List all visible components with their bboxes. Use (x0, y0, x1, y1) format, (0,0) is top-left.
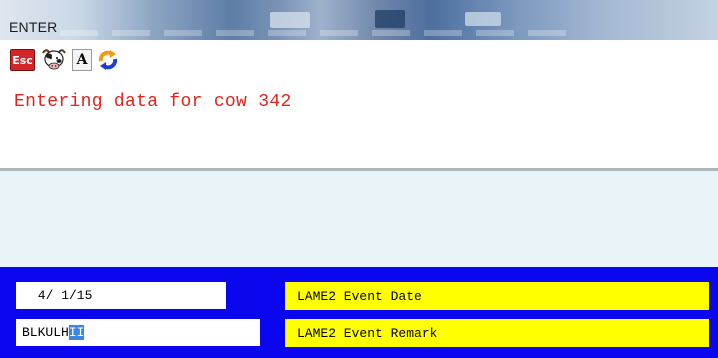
event-remark-selected-text: II (68, 325, 85, 340)
entry-panel: 4/ 1/15 LAME2 Event Date BLKULH II LAME2 … (0, 267, 718, 358)
window-title: ENTER (9, 19, 58, 35)
event-date-label: LAME2 Event Date (285, 282, 709, 310)
cow-icon (42, 49, 66, 70)
message-area: Entering data for cow 342 (0, 76, 718, 168)
title-bar-decoration (375, 10, 405, 28)
blank-area (0, 171, 718, 267)
cow-button[interactable] (40, 49, 68, 71)
font-a-button[interactable]: A (72, 49, 92, 71)
toolbar: Esc A (0, 40, 718, 76)
menu-bar-ghost (60, 30, 580, 36)
event-remark-label-text: LAME2 Event Remark (297, 325, 438, 341)
event-remark-value: BLKULH (22, 325, 69, 340)
refresh-icon (96, 49, 120, 71)
title-bar-decoration (465, 12, 501, 26)
esc-button[interactable]: Esc (10, 49, 35, 71)
event-remark-label: LAME2 Event Remark (285, 319, 709, 347)
event-remark-input[interactable]: BLKULH II (16, 319, 260, 346)
event-date-value: 4/ 1/15 (30, 288, 93, 303)
esc-icon: Esc (12, 53, 33, 67)
event-date-label-text: LAME2 Event Date (297, 288, 422, 304)
font-a-icon: A (76, 52, 88, 68)
event-date-input[interactable]: 4/ 1/15 (16, 282, 226, 309)
refresh-button[interactable] (95, 49, 121, 71)
title-bar-decoration (270, 12, 310, 28)
status-message: Entering data for cow 342 (14, 92, 292, 112)
title-bar: ENTER (0, 0, 718, 40)
